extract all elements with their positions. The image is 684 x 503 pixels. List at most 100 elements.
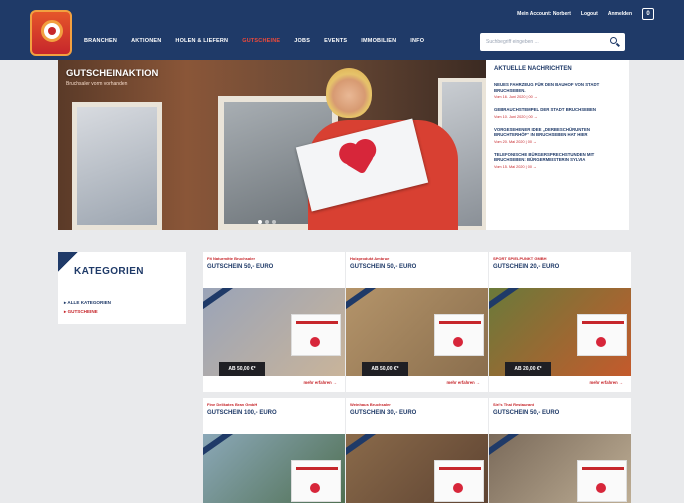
news-heading: AKTUELLE NACHRICHTEN [494,66,572,72]
shop-name[interactable]: Fine Delikates Bran GmbH [207,402,257,407]
site-logo[interactable] [30,10,72,56]
news-meta[interactable]: Vom 15. Mai 2020 | 00 → [494,165,621,169]
ribbon-badge [346,434,378,459]
more-link[interactable]: mehr erfahren → [303,380,337,385]
voucher-image [434,314,484,356]
news-item[interactable]: GEBRAUCHSTEMPEL DER STADT BRUCHSEBEN Vom … [494,107,621,119]
product-name[interactable]: GUTSCHEIN 50,- EURO [207,264,273,270]
category-vouchers[interactable]: ▸ GUTSCHEINE [64,309,98,315]
categories-title: KATEGORIEN [74,266,144,277]
shop-window-image [72,102,162,230]
shop-name[interactable]: Siri's Thai Restaurant [493,402,534,407]
news-meta[interactable]: Vom 20. Mai 2020 | 00 → [494,140,621,144]
voucher-stripe [582,467,624,470]
price-badge: AB 20,00 €* [505,362,551,376]
nav-item-holen-liefern[interactable]: HOLEN & LIEFERN [175,38,228,44]
voucher-image [577,460,627,502]
product-image[interactable] [346,434,488,503]
product-name[interactable]: GUTSCHEIN 50,- EURO [350,264,416,270]
news-title[interactable]: TELEFONISCHE BÜRGERSPRECHSTUNDEN MIT BRU… [494,152,621,163]
hero-title: GUTSCHEINAKTION [66,68,159,79]
heart-icon [596,337,606,347]
category-label: ALLE KATEGORIEN [67,300,111,305]
categories-panel: KATEGORIEN ▸ ALLE KATEGORIEN ▸ GUTSCHEIN… [58,252,186,324]
shop-name[interactable]: Holzprodukt Ambrue [350,256,389,261]
search-box[interactable]: Suchbegriff eingeben ... [480,33,625,51]
price-badge: AB 50,00 €* [219,362,265,376]
shop-name[interactable]: Weinhaus Bruchsaler [350,402,391,407]
product-card[interactable]: Fine Delikates Bran GmbH GUTSCHEIN 100,- … [203,398,345,503]
slider-dot[interactable] [272,220,276,224]
voucher-stripe [439,467,481,470]
heart-icon [310,483,320,493]
heart-icon [596,483,606,493]
logo-emblem-icon [41,20,63,42]
nav-item-events[interactable]: EVENTS [324,38,347,44]
news-title[interactable]: VORGESEHENER IDEE „DERBESCHÜRUNTEN BRUCH… [494,127,621,138]
nav-item-jobs[interactable]: JOBS [294,38,310,44]
account-links: Mein Account: Norbert Logout Anmelden 0 [517,8,654,20]
site-header: Mein Account: Norbert Logout Anmelden 0 … [0,0,684,60]
shop-name[interactable]: Fit Naturmitte Bruchsaler [207,256,255,261]
logout-link[interactable]: Logout [581,11,598,17]
register-link[interactable]: Anmelden [608,11,632,17]
product-card[interactable]: Siri's Thai Restaurant GUTSCHEIN 50,- EUR… [489,398,631,503]
product-name[interactable]: GUTSCHEIN 100,- EURO [207,410,277,416]
product-name[interactable]: GUTSCHEIN 30,- EURO [350,410,416,416]
search-input[interactable]: Suchbegriff eingeben ... [486,39,539,45]
voucher-image [577,314,627,356]
voucher-stripe [439,321,481,324]
product-image[interactable] [489,434,631,503]
product-card[interactable]: Holzprodukt Ambrue GUTSCHEIN 50,- EURO AB … [346,252,488,392]
nav-item-gutscheine[interactable]: GUTSCHEINE [242,38,280,44]
news-meta[interactable]: Vom 16. Juni 2020 | 00 → [494,95,621,99]
more-link[interactable]: mehr erfahren → [446,380,480,385]
main-nav: BRANCHEN AKTIONEN HOLEN & LIEFERN GUTSCHEIN… [84,38,424,44]
cart-icon[interactable]: 0 [642,8,654,20]
news-item[interactable]: VORGESEHENER IDEE „DERBESCHÜRUNTEN BRUCH… [494,127,621,144]
slider-dots[interactable] [258,220,276,224]
hero-subtitle: Bruchsaler vorm vorhanden [66,81,128,87]
nav-item-immobilien[interactable]: IMMOBILIEN [361,38,396,44]
news-list: NEUES FAHRZEUG FÜR DEN BAUHOF VON STADT … [494,82,621,169]
nav-item-aktionen[interactable]: AKTIONEN [131,38,161,44]
voucher-stripe [296,467,338,470]
voucher-image [434,460,484,502]
price-badge: AB 50,00 €* [362,362,408,376]
news-panel: AKTUELLE NACHRICHTEN NEUES FAHRZEUG FÜR … [486,60,629,230]
nav-item-branchen[interactable]: BRANCHEN [84,38,117,44]
shop-name[interactable]: SPORT SPIELPUNKT GMBH [493,256,547,261]
voucher-image [291,314,341,356]
nav-item-info[interactable]: INFO [410,38,424,44]
voucher-image [291,460,341,502]
ribbon-badge [203,288,235,313]
heart-icon [453,483,463,493]
news-meta[interactable]: Vom 10. Juni 2020 | 00 → [494,115,621,119]
person-head [326,68,372,118]
ribbon-badge [346,288,378,313]
category-label: GUTSCHEINE [67,309,98,314]
heart-icon [310,337,320,347]
news-item[interactable]: NEUES FAHRZEUG FÜR DEN BAUHOF VON STADT … [494,82,621,99]
product-name[interactable]: GUTSCHEIN 50,- EURO [493,410,559,416]
product-card[interactable]: SPORT SPIELPUNKT GMBH GUTSCHEIN 20,- EURO… [489,252,631,392]
ribbon-badge [203,434,235,459]
product-image[interactable] [203,434,345,503]
news-item[interactable]: TELEFONISCHE BÜRGERSPRECHSTUNDEN MIT BRU… [494,152,621,169]
ribbon-badge [489,288,521,313]
hero-banner[interactable]: GUTSCHEINAKTION Bruchsaler vorm vorhande… [58,60,486,230]
heart-icon [453,337,463,347]
slider-dot[interactable] [258,220,262,224]
search-icon[interactable] [610,37,617,44]
news-title[interactable]: GEBRAUCHSTEMPEL DER STADT BRUCHSEBEN [494,107,621,113]
more-link[interactable]: mehr erfahren → [589,380,623,385]
voucher-stripe [582,321,624,324]
product-card[interactable]: Weinhaus Bruchsaler GUTSCHEIN 30,- EURO [346,398,488,503]
account-link[interactable]: Mein Account: Norbert [517,11,571,17]
news-title[interactable]: NEUES FAHRZEUG FÜR DEN BAUHOF VON STADT … [494,82,621,93]
category-all[interactable]: ▸ ALLE KATEGORIEN [64,300,111,306]
slider-dot[interactable] [265,220,269,224]
product-name[interactable]: GUTSCHEIN 20,- EURO [493,264,559,270]
voucher-stripe [296,321,338,324]
product-card[interactable]: Fit Naturmitte Bruchsaler GUTSCHEIN 50,- … [203,252,345,392]
